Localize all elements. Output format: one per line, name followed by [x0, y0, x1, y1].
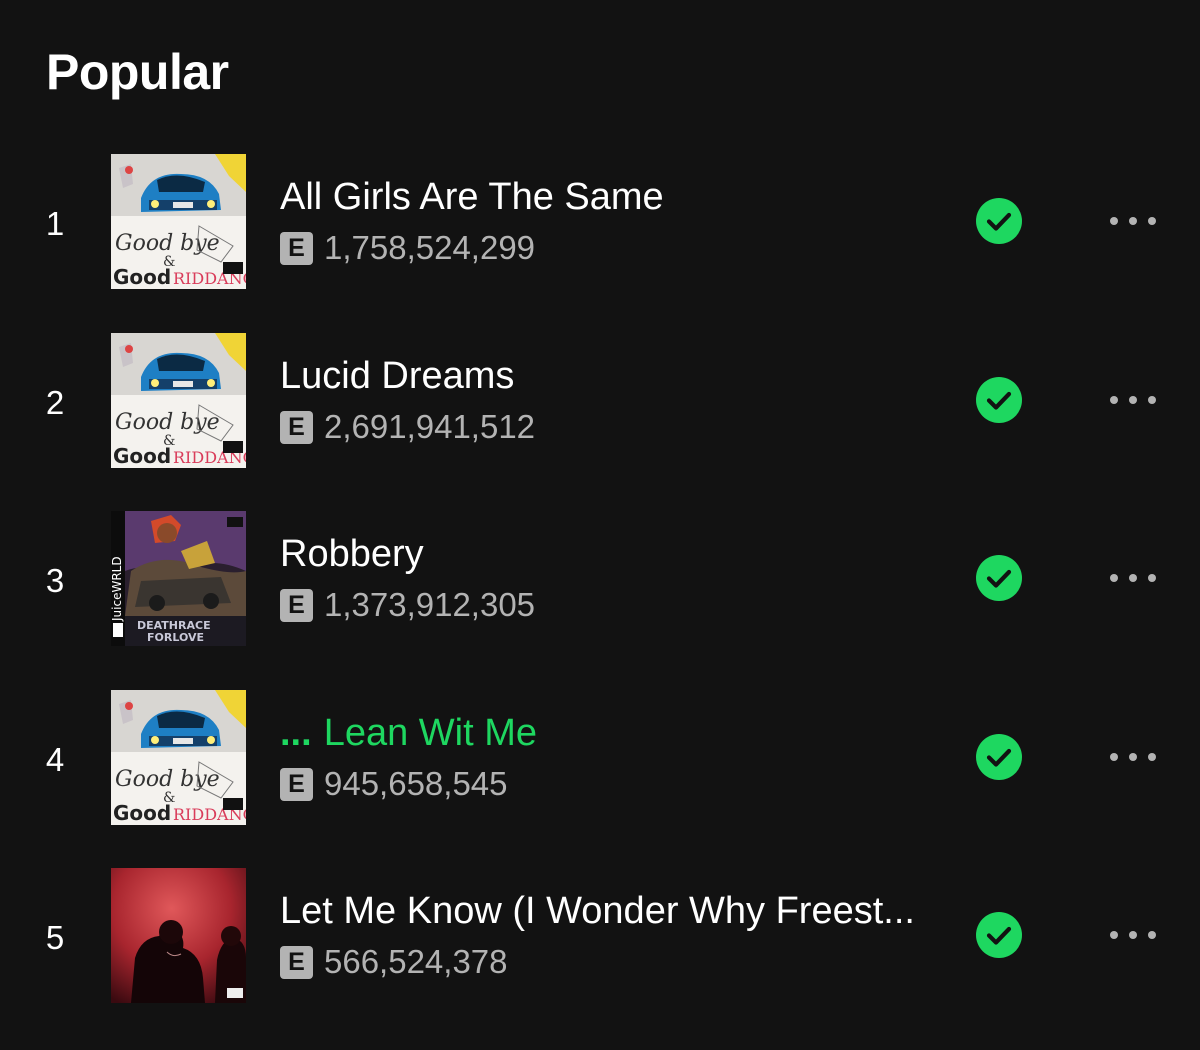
explicit-badge: E — [280, 231, 313, 265]
track-row[interactable]: 4 Good bye & Good RIDDAN ... Lean Wit Me… — [0, 690, 1200, 868]
track-title-text: Lean Wit Me — [323, 712, 537, 754]
svg-text:Good: Good — [113, 444, 171, 468]
more-options-button[interactable] — [1105, 206, 1161, 236]
track-row[interactable]: 3 JuiceWRLD DEATHRACE FORLOVE Robbery E … — [0, 511, 1200, 689]
album-cover-goodbye-good-riddance: Good bye & Good RIDDANCE — [111, 690, 246, 825]
more-dot — [1148, 396, 1156, 404]
more-options-button[interactable] — [1105, 563, 1161, 593]
play-count: 2,691,941,512 — [324, 408, 536, 445]
saved-check-icon[interactable] — [976, 555, 1022, 601]
more-dot — [1129, 931, 1137, 939]
track-meta: E 2,691,941,512 — [280, 407, 535, 447]
track-title[interactable]: All Girls Are The Same — [280, 174, 930, 220]
track-rank: 5 — [45, 919, 65, 956]
track-list: 1 Good bye & Good RIDDAN All Girls Are T… — [0, 0, 1200, 1050]
explicit-badge: E — [280, 588, 313, 622]
track-rank: 1 — [45, 205, 65, 242]
more-dot — [1110, 753, 1118, 761]
explicit-badge: E — [280, 945, 313, 979]
more-dot — [1148, 753, 1156, 761]
track-rank: 3 — [45, 562, 65, 599]
saved-check-icon[interactable] — [976, 198, 1022, 244]
track-meta: E 566,524,378 — [280, 942, 508, 982]
track-meta: E 945,658,545 — [280, 764, 508, 804]
more-dot — [1129, 753, 1137, 761]
play-count: 1,373,912,305 — [324, 586, 536, 623]
album-cover-goodbye-good-riddance: Good bye & Good RIDDANCE — [111, 154, 246, 289]
more-dot — [1110, 574, 1118, 582]
album-cover-death-race-for-love: JuiceWRLD DEATHRACE FORLOVE — [111, 511, 246, 646]
artist-popular-section: Popular 1 Good bye & Good RIDDAN All Gir… — [0, 0, 1200, 1050]
track-rank: 4 — [45, 741, 65, 778]
track-row[interactable]: 5 Let Me Know (I Wonder Why Freest... E … — [0, 868, 1200, 1046]
more-dot — [1129, 574, 1137, 582]
track-title[interactable]: Lucid Dreams — [280, 353, 930, 399]
svg-text:FORLOVE: FORLOVE — [147, 631, 204, 644]
saved-check-icon[interactable] — [976, 912, 1022, 958]
more-options-button[interactable] — [1105, 385, 1161, 415]
more-dot — [1129, 396, 1137, 404]
svg-text:Good bye: Good bye — [115, 231, 220, 256]
play-count: 945,658,545 — [324, 765, 508, 802]
more-dot — [1110, 217, 1118, 225]
more-options-button[interactable] — [1105, 742, 1161, 772]
svg-text:Good: Good — [113, 801, 171, 825]
svg-text:Good: Good — [113, 265, 171, 289]
svg-text:JuiceWRLD: JuiceWRLD — [111, 556, 124, 622]
track-rank: 2 — [45, 384, 65, 421]
more-dot — [1110, 396, 1118, 404]
explicit-badge: E — [280, 767, 313, 801]
more-dot — [1129, 217, 1137, 225]
track-row[interactable]: 2 Good bye & Good RIDDAN Lucid Dreams E … — [0, 333, 1200, 511]
more-dot — [1148, 931, 1156, 939]
saved-check-icon[interactable] — [976, 734, 1022, 780]
more-dot — [1148, 217, 1156, 225]
svg-text:Good bye: Good bye — [115, 410, 220, 435]
more-dot — [1110, 931, 1118, 939]
track-title[interactable]: Robbery — [280, 531, 930, 577]
svg-text:Good bye: Good bye — [115, 767, 220, 792]
album-cover-goodbye-good-riddance: Good bye & Good RIDDANCE — [111, 333, 246, 468]
track-row[interactable]: 1 Good bye & Good RIDDAN All Girls Are T… — [0, 154, 1200, 332]
track-title[interactable]: Let Me Know (I Wonder Why Freest... — [280, 888, 930, 934]
now-playing-indicator: ... — [280, 712, 312, 754]
play-count: 566,524,378 — [324, 943, 508, 980]
play-count: 1,758,524,299 — [324, 229, 536, 266]
more-dot — [1148, 574, 1156, 582]
track-title[interactable]: ... Lean Wit Me — [280, 710, 930, 756]
track-meta: E 1,758,524,299 — [280, 228, 535, 268]
saved-check-icon[interactable] — [976, 377, 1022, 423]
album-cover-let-me-know — [111, 868, 246, 1003]
explicit-badge: E — [280, 410, 313, 444]
track-meta: E 1,373,912,305 — [280, 585, 535, 625]
more-options-button[interactable] — [1105, 920, 1161, 950]
